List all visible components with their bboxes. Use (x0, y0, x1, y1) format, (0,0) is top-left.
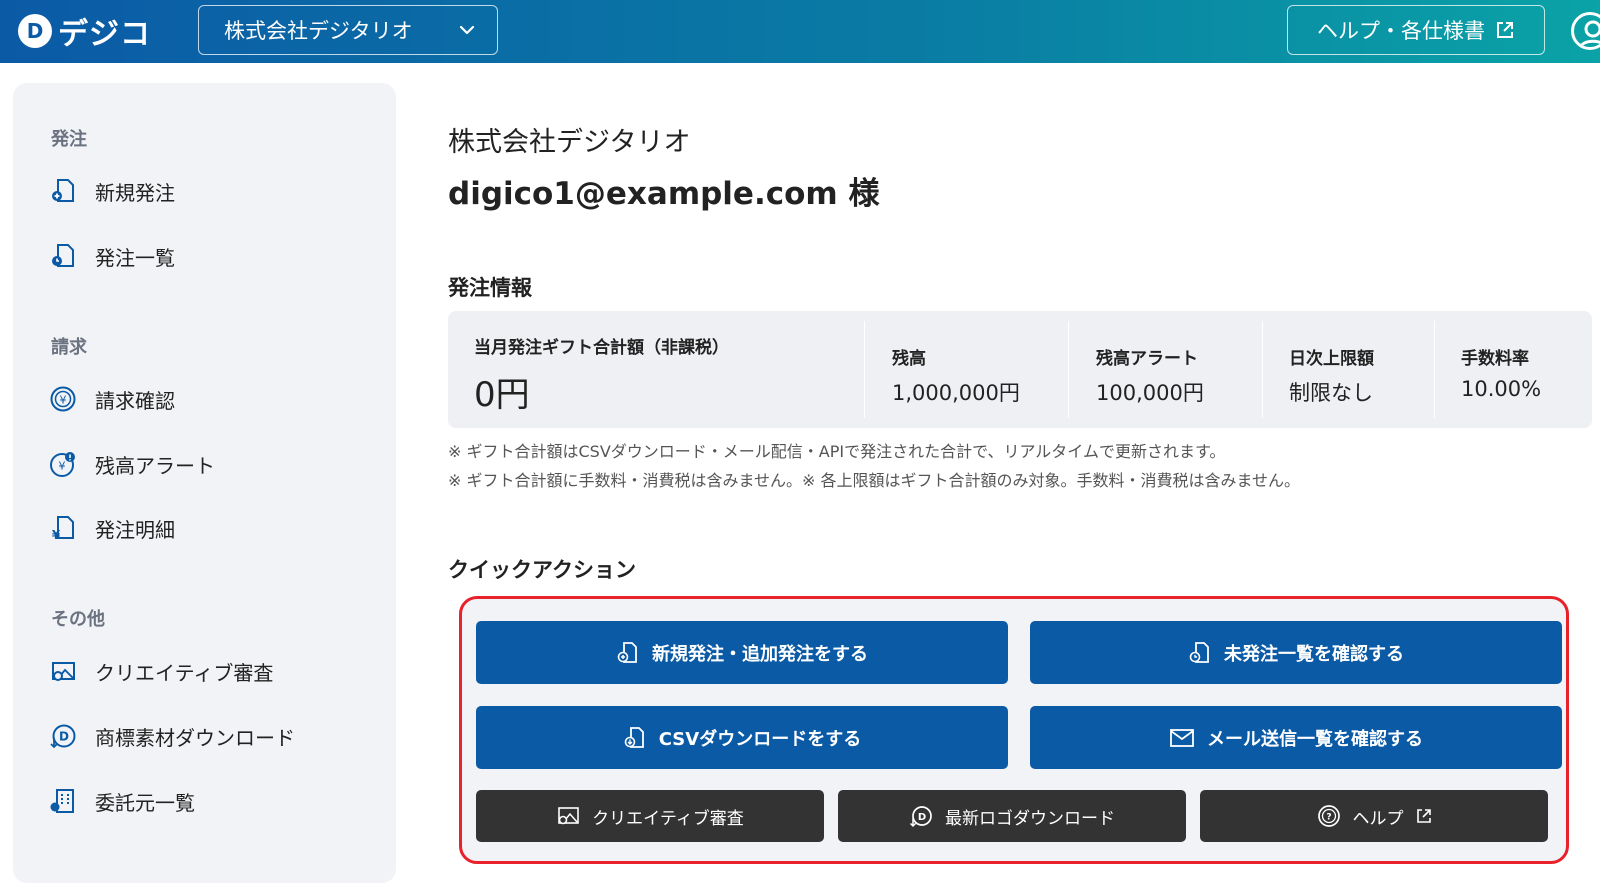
logo-download-icon: D (49, 722, 77, 750)
image-search-icon (49, 657, 77, 685)
help-label: ヘルプ (1352, 808, 1404, 829)
question-circle-icon: ? (1317, 805, 1340, 827)
doc-plus-icon (49, 177, 77, 205)
note-line: ※ ギフト合計額はCSVダウンロード・メール配信・APIで発注された合計で、リア… (448, 442, 1226, 461)
help-button[interactable]: ? ヘルプ (1200, 790, 1548, 842)
svg-text:D: D (918, 812, 926, 823)
yen-alert-icon: ¥ (49, 450, 77, 478)
info-cell-daily-limit: 日次上限額 制限なし (1262, 321, 1434, 418)
svg-text:¥: ¥ (52, 528, 61, 542)
note-line: ※ ギフト合計額に手数料・消費税は含みません。※ 各上限額はギフト合計額のみ対象… (448, 471, 1301, 490)
doc-download-icon (624, 726, 644, 748)
company-select[interactable]: 株式会社デジタリオ (198, 5, 498, 55)
info-value: 1,000,000円 (892, 381, 1020, 405)
user-avatar-icon[interactable] (1571, 12, 1600, 50)
sidebar-section-order: 発注 (51, 129, 87, 150)
sidebar-item-new-order[interactable]: 新規発注 (49, 171, 175, 211)
info-cell-monthly-total: 当月発注ギフト合計額（非課税） 0円 (448, 321, 864, 418)
sidebar-item-label: 委託元一覧 (95, 790, 195, 815)
csv-download-label: CSVダウンロードをする (658, 728, 862, 750)
user-greeting: digico1@example.com 様 (448, 176, 880, 212)
help-specs-label: ヘルプ・各仕様書 (1317, 19, 1485, 43)
mail-list-button[interactable]: メール送信一覧を確認する (1030, 706, 1562, 769)
new-order-label: 新規発注・追加発注をする (652, 643, 868, 665)
info-cell-balance: 残高 1,000,000円 (864, 321, 1068, 418)
info-label: 残高 (892, 349, 926, 369)
doc-clock-icon (49, 242, 77, 270)
mail-icon (1170, 728, 1194, 747)
logo-mark-icon: D (18, 14, 52, 48)
sidebar-item-label: 商標素材ダウンロード (95, 725, 295, 750)
help-specs-button[interactable]: ヘルプ・各仕様書 (1287, 5, 1545, 55)
quick-action-title: クイックアクション (448, 558, 636, 582)
building-icon (49, 787, 77, 815)
chevron-down-icon (459, 25, 475, 35)
svg-text:¥: ¥ (60, 394, 67, 407)
doc-plus-icon (617, 641, 637, 663)
sidebar-item-label: 請求確認 (95, 388, 175, 413)
company-name: 株式会社デジタリオ (448, 127, 691, 158)
external-link-icon (1497, 22, 1513, 38)
image-search-icon (558, 807, 579, 825)
info-label: 残高アラート (1096, 349, 1198, 369)
app-header: D デジコ 株式会社デジタリオ ヘルプ・各仕様書 (0, 0, 1600, 63)
logo-download-icon: D (909, 806, 932, 828)
info-value: 0円 (474, 375, 530, 415)
info-label: 当月発注ギフト合計額（非課税） (474, 338, 729, 358)
sidebar-item-order-list[interactable]: 発注一覧 (49, 236, 175, 276)
logo-text: デジコ (58, 17, 151, 52)
sidebar: 発注 新規発注 発注一覧 請求 ¥ 請求確認 ¥ 残高アラート ¥ 発注明細 そ… (13, 83, 396, 883)
doc-yen-icon: ¥ (49, 514, 77, 542)
logo-download-button[interactable]: D 最新ロゴダウンロード (838, 790, 1186, 842)
sidebar-item-label: クリエイティブ審査 (95, 660, 274, 685)
sidebar-item-order-details[interactable]: ¥ 発注明細 (49, 508, 175, 548)
unordered-list-button[interactable]: 未発注一覧を確認する (1030, 621, 1562, 684)
sidebar-item-billing-check[interactable]: ¥ 請求確認 (49, 379, 175, 419)
sidebar-section-billing: 請求 (51, 337, 87, 358)
svg-text:¥: ¥ (59, 460, 66, 473)
sidebar-item-logo-download[interactable]: D 商標素材ダウンロード (49, 716, 295, 756)
info-value: 10.00% (1461, 377, 1542, 401)
sidebar-item-label: 発注一覧 (95, 245, 175, 270)
company-select-value: 株式会社デジタリオ (224, 19, 413, 43)
sidebar-section-other: その他 (51, 609, 105, 630)
mail-list-label: メール送信一覧を確認する (1207, 728, 1423, 750)
app-logo[interactable]: D デジコ (18, 12, 151, 52)
new-order-button[interactable]: 新規発注・追加発注をする (476, 621, 1008, 684)
info-value: 100,000円 (1096, 381, 1204, 405)
unordered-list-label: 未発注一覧を確認する (1224, 643, 1404, 665)
yen-circle-icon: ¥ (49, 385, 77, 413)
order-info-panel: 当月発注ギフト合計額（非課税） 0円 残高 1,000,000円 残高アラート … (448, 311, 1592, 428)
sidebar-item-label: 残高アラート (95, 453, 215, 478)
svg-text:D: D (59, 730, 69, 744)
info-label: 手数料率 (1461, 349, 1529, 369)
external-link-icon (1416, 809, 1431, 823)
info-label: 日次上限額 (1289, 349, 1374, 369)
sidebar-item-label: 発注明細 (95, 517, 175, 542)
svg-text:?: ? (1326, 813, 1331, 823)
info-value: 制限なし (1289, 381, 1373, 405)
info-cell-balance-alert: 残高アラート 100,000円 (1068, 321, 1262, 418)
order-info-title: 発注情報 (448, 276, 532, 300)
sidebar-item-creative-review[interactable]: クリエイティブ審査 (49, 651, 273, 691)
csv-download-button[interactable]: CSVダウンロードをする (476, 706, 1008, 769)
sidebar-item-label: 新規発注 (95, 180, 175, 205)
info-cell-fee-rate: 手数料率 10.00% (1434, 321, 1592, 418)
doc-clock-icon (1189, 641, 1209, 663)
quick-action-panel: 新規発注・追加発注をする 未発注一覧を確認する CSVダウンロードをする メール… (459, 596, 1569, 864)
logo-download-label: 最新ロゴダウンロード (945, 808, 1115, 829)
sidebar-item-balance-alert[interactable]: ¥ 残高アラート (49, 444, 215, 484)
creative-review-label: クリエイティブ審査 (592, 808, 744, 829)
creative-review-button[interactable]: クリエイティブ審査 (476, 790, 824, 842)
sidebar-item-consignor-list[interactable]: 委託元一覧 (49, 781, 195, 821)
